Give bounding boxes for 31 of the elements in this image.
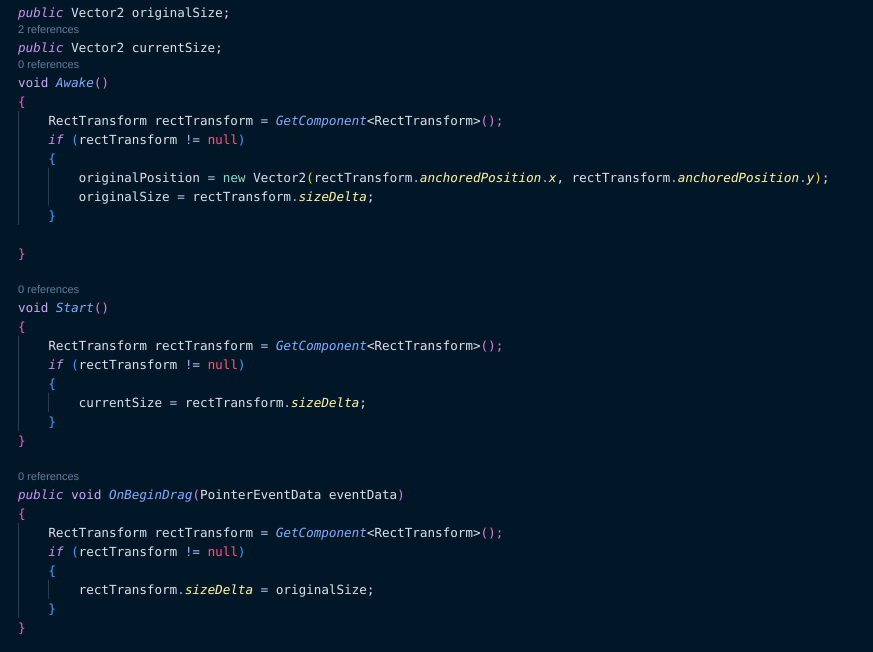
code-line: originalSize = rectTransform.sizeDelta; [78, 188, 374, 206]
code-line: } [18, 245, 26, 263]
code-line: if (rectTransform != null) [48, 543, 246, 561]
code-line: } [48, 207, 56, 225]
code-line: if (rectTransform != null) [48, 131, 246, 149]
code-line: void Awake() [18, 74, 110, 92]
code-line: } [18, 619, 26, 637]
code-line: public void OnBeginDrag(PointerEventData eventData) [18, 486, 405, 504]
code-line: RectTransform rectTransform = GetComponent<RectTransform>(); [48, 112, 504, 130]
code-line: } [48, 600, 56, 618]
code-line: public Vector2 originalSize; [18, 4, 230, 22]
code-line: { [48, 150, 56, 168]
references-link[interactable]: 2 references [18, 24, 80, 36]
code-line: { [48, 375, 56, 393]
code-line: { [18, 93, 26, 111]
references-link[interactable]: 0 references [18, 284, 80, 296]
code-line: } [18, 432, 26, 450]
references-link[interactable]: 0 references [18, 59, 80, 71]
code-line: RectTransform rectTransform = GetComponent<RectTransform>(); [48, 524, 504, 542]
code-line: originalPosition = new Vector2(rectTransform.anchoredPosition.x, rectTransform.anchoredPosition.y); [78, 169, 830, 187]
code-line: public Vector2 currentSize; [18, 39, 223, 57]
code-line: currentSize = rectTransform.sizeDelta; [78, 394, 367, 412]
references-link[interactable]: 0 references [18, 471, 80, 483]
code-line: void Start() [18, 299, 110, 317]
code-line: RectTransform rectTransform = GetComponent<RectTransform>(); [48, 337, 504, 355]
code-line: { [18, 318, 26, 336]
code-line: rectTransform.sizeDelta = originalSize; [78, 581, 374, 599]
code-line: { [48, 562, 56, 580]
code-line: if (rectTransform != null) [48, 356, 246, 374]
code-line: { [18, 505, 26, 523]
code-line: } [48, 413, 56, 431]
